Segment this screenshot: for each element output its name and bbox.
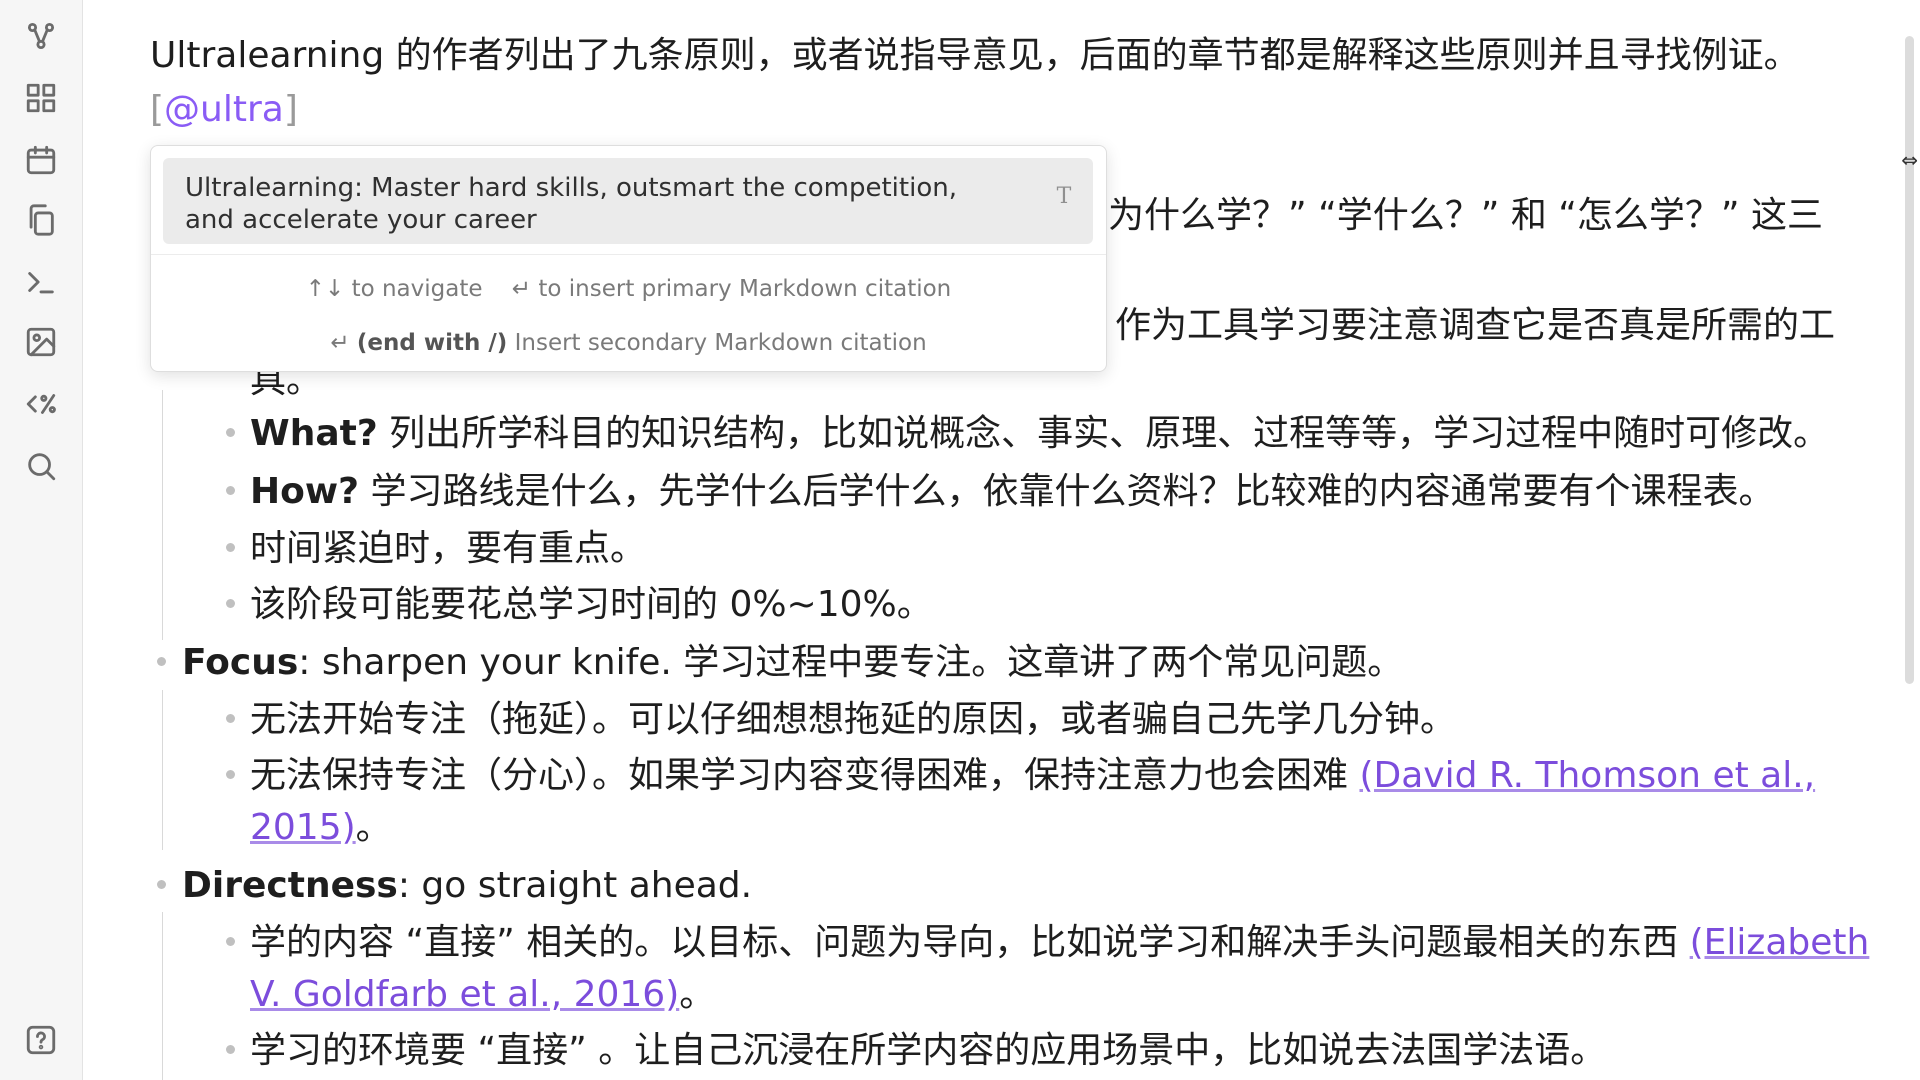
list-item-focus: Focus: sharpen your knife. 学习过程中要专注。这章讲了…: [182, 637, 1403, 689]
canvas-icon[interactable]: [21, 78, 61, 118]
citation-line: [@ultra]: [150, 84, 298, 136]
graph-view-icon[interactable]: [21, 16, 61, 56]
directness-text: : go straight ahead.: [397, 865, 753, 906]
intro-paragraph: Ultralearning 的作者列出了九条原则，或者说指导意见，后面的章节都是…: [150, 30, 1800, 82]
end-with-slash-label: (end with /): [356, 330, 508, 356]
citation-link[interactable]: V. Goldfarb et al., 2016): [250, 974, 679, 1015]
enter-key-icon: ↵: [511, 276, 532, 302]
intro-text: Ultralearning 的作者列出了九条原则，或者说指导意见，后面的章节都是…: [150, 35, 1800, 76]
indent-guide: [162, 390, 163, 640]
partial-line-text: 为什么学？” “学什么？” 和 “怎么学？” 这三: [1108, 195, 1824, 236]
list-bullet: [226, 937, 235, 946]
search-icon[interactable]: [21, 446, 61, 486]
list-item: 学的内容 “直接” 相关的。以目标、问题为导向，比如说学习和解决手头问题最相关的…: [250, 917, 1869, 969]
arrows-key-icon: ↑↓: [305, 276, 345, 302]
list-item-bold: How?: [250, 471, 360, 512]
focus-heading: Focus: [182, 642, 299, 683]
scrollbar-thumb[interactable]: [1905, 36, 1914, 684]
citation-close-bracket: ]: [283, 89, 298, 130]
resize-cursor-icon: ⇔: [1901, 148, 1918, 172]
code-percent-icon[interactable]: [21, 384, 61, 424]
suggestion-title: Ultralearning: Master hard skills, outsm…: [185, 173, 957, 235]
focus-text: : sharpen your knife. 学习过程中要专注。这章讲了两个常见问…: [298, 642, 1404, 683]
list-bullet: [157, 657, 166, 666]
terminal-icon[interactable]: [21, 262, 61, 302]
citation-key[interactable]: @ultra: [164, 89, 284, 130]
list-item: 无法保持专注（分心）。如果学习内容变得困难，保持注意力也会困难 (David R…: [250, 750, 1815, 802]
directness-heading: Directness: [182, 865, 398, 906]
citation-suggestion-popup: Ultralearning: Master hard skills, outsm…: [150, 145, 1107, 372]
list-item-text: 学习的环境要 “直接” 。让自己沉浸在所学内容的应用场景中，比如说去法国学法语。: [250, 1030, 1607, 1071]
list-item-tail: 。: [355, 807, 392, 848]
list-item-text: 无法保持专注（分心）。如果学习内容变得困难，保持注意力也会困难: [250, 755, 1360, 796]
list-bullet: [226, 1045, 235, 1054]
list-item: 无法开始专注（拖延）。可以仔细想想拖延的原因，或者骗自己先学几分钟。: [250, 694, 1456, 746]
left-ribbon: [0, 0, 83, 1080]
image-icon[interactable]: [21, 322, 61, 362]
partial-line: 为什么学？” “学什么？” 和 “怎么学？” 这三: [1108, 190, 1823, 242]
list-item: How? 学习路线是什么，先学什么后学什么，依靠什么资料？比较难的内容通常要有个…: [250, 466, 1774, 518]
copy-icon[interactable]: [21, 200, 61, 240]
enter-key-icon: ↵: [330, 330, 350, 356]
calendar-icon[interactable]: [21, 140, 61, 180]
list-bullet: [226, 599, 235, 608]
navigate-label: to navigate: [351, 276, 483, 302]
list-item: 学习的环境要 “直接” 。让自己沉浸在所学内容的应用场景中，比如说去法国学法语。: [250, 1025, 1606, 1077]
citation-open-bracket: [: [150, 89, 165, 130]
list-bullet: [226, 714, 235, 723]
text-type-icon: T: [1056, 184, 1072, 209]
list-item: What? 列出所学科目的知识结构，比如说概念、事实、原理、过程等等，学习过程中…: [250, 408, 1829, 460]
list-item-bold: What?: [250, 413, 378, 454]
list-item-text: 列出所学科目的知识结构，比如说概念、事实、原理、过程等等，学习过程中随时可修改。: [377, 413, 1830, 454]
indent-guide: [162, 912, 163, 1080]
list-item-text: 学的内容 “直接” 相关的。以目标、问题为导向，比如说学习和解决手头问题最相关的…: [250, 922, 1690, 963]
list-item-text: 无法开始专注（拖延）。可以仔细想想拖延的原因，或者骗自己先学几分钟。: [250, 699, 1457, 740]
secondary-instruction: ↵ (end with /) Insert secondary Markdown…: [151, 330, 1106, 356]
citation-link[interactable]: (David R. Thomson et al.,: [1359, 755, 1815, 796]
partial-line: 作为工具学习要注意调查它是否真是所需的工: [1115, 300, 1835, 352]
insert-secondary-label: Insert secondary Markdown citation: [514, 330, 927, 356]
list-item: 该阶段可能要花总学习时间的 0%~10%。: [250, 579, 933, 631]
citation-link[interactable]: 2015): [250, 807, 356, 848]
citation-link[interactable]: (Elizabeth: [1690, 922, 1870, 963]
list-item-continuation: V. Goldfarb et al., 2016)。: [250, 969, 715, 1021]
insert-primary-label: to insert primary Markdown citation: [538, 276, 952, 302]
list-bullet: [157, 880, 166, 889]
list-item-continuation: 2015)。: [250, 802, 392, 854]
list-item-text: 学习路线是什么，先学什么后学什么，依靠什么资料？比较难的内容通常要有个课程表。: [359, 471, 1775, 512]
indent-guide: [162, 690, 163, 850]
list-bullet: [226, 486, 235, 495]
partial-line-text: 作为工具学习要注意调查它是否真是所需的工: [1115, 305, 1836, 346]
list-item: 时间紧迫时，要有重点。: [250, 523, 646, 575]
list-item-directness: Directness: go straight ahead.: [182, 860, 752, 912]
navigate-instruction: ↑↓ to navigate ↵ to insert primary Markd…: [151, 276, 1106, 302]
list-bullet: [226, 428, 235, 437]
help-icon[interactable]: [21, 1020, 61, 1060]
list-item-tail: 。: [679, 974, 716, 1015]
list-item-text: 该阶段可能要花总学习时间的 0%~10%。: [250, 584, 933, 625]
popup-divider: [151, 254, 1106, 255]
list-bullet: [226, 770, 235, 779]
list-bullet: [226, 543, 235, 552]
list-item-text: 时间紧迫时，要有重点。: [250, 528, 647, 569]
suggestion-item-selected[interactable]: Ultralearning: Master hard skills, outsm…: [163, 158, 1093, 244]
